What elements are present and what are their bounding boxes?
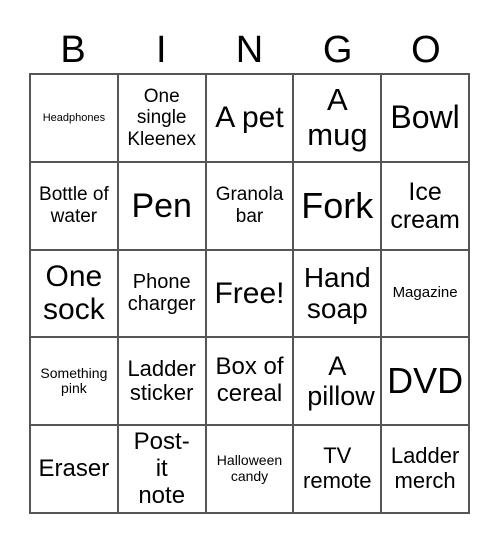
bingo-cell-text: A pet bbox=[215, 101, 284, 135]
bingo-cell[interactable]: Headphones bbox=[30, 74, 118, 162]
bingo-cell[interactable]: Granola bar bbox=[205, 161, 294, 250]
bingo-cell[interactable]: A pet bbox=[205, 74, 294, 162]
bingo-cell[interactable]: Ladder sticker bbox=[117, 337, 206, 426]
bingo-cell-text: Something pink bbox=[40, 364, 108, 397]
bingo-cell[interactable]: Magazine bbox=[381, 249, 469, 338]
bingo-cell-text: Granola bar bbox=[215, 184, 284, 227]
bingo-cell-text: Halloween candy bbox=[216, 452, 283, 485]
bingo-cell[interactable]: One sock bbox=[30, 249, 118, 338]
bingo-cell-text: Headphones bbox=[42, 111, 106, 124]
bingo-cell-text: Fork bbox=[301, 184, 374, 226]
bingo-cell-text: DVD bbox=[387, 360, 464, 402]
bingo-cell[interactable]: Phone charger bbox=[117, 249, 206, 338]
bingo-cell[interactable]: Free! bbox=[205, 249, 294, 338]
bingo-cell[interactable]: TV remote bbox=[293, 425, 382, 513]
bingo-cell[interactable]: One single Kleenex bbox=[117, 74, 206, 162]
bingo-cell[interactable]: Ice cream bbox=[381, 161, 469, 250]
bingo-cell-text: A mug bbox=[307, 82, 368, 152]
bingo-header: B I N G O bbox=[29, 28, 470, 72]
bingo-cell[interactable]: A mug bbox=[293, 74, 382, 162]
bingo-cell[interactable]: DVD bbox=[381, 337, 469, 426]
header-letter-n: N bbox=[235, 29, 264, 71]
bingo-cell[interactable]: Post-it note bbox=[117, 425, 206, 513]
bingo-cell-text: Ice cream bbox=[390, 177, 460, 234]
bingo-cell-text: Free! bbox=[214, 276, 285, 310]
bingo-cell[interactable]: Bowl bbox=[381, 74, 469, 162]
bingo-cell-text: Eraser bbox=[38, 454, 110, 482]
bingo-cell-text: Ladder merch bbox=[390, 443, 460, 494]
bingo-cell-text: Pen bbox=[131, 186, 192, 225]
header-letter-o: O bbox=[411, 29, 441, 71]
bingo-cell[interactable]: Pen bbox=[117, 161, 206, 250]
header-letter-b: B bbox=[60, 29, 86, 71]
bingo-cell[interactable]: Hand soap bbox=[293, 249, 382, 338]
bingo-cell[interactable]: Fork bbox=[293, 161, 382, 250]
bingo-cell-text: One sock bbox=[43, 259, 105, 327]
bingo-cell[interactable]: Box of cereal bbox=[205, 337, 294, 426]
bingo-cell[interactable]: Ladder merch bbox=[381, 425, 469, 513]
bingo-cell-text: Magazine bbox=[392, 284, 458, 302]
bingo-cell-text: Bottle of water bbox=[39, 184, 109, 227]
bingo-cell[interactable]: Eraser bbox=[30, 425, 118, 513]
bingo-cell-text: Box of cereal bbox=[215, 353, 284, 408]
header-letter-i: I bbox=[156, 29, 167, 71]
bingo-cell[interactable]: Halloween candy bbox=[205, 425, 294, 513]
bingo-cell-text: A pillow bbox=[307, 351, 375, 412]
bingo-grid: Headphones One single Kleenex A pet A mug Bo… bbox=[29, 73, 470, 514]
bingo-cell-text: TV remote bbox=[303, 443, 372, 494]
header-letter-g: G bbox=[322, 29, 353, 71]
bingo-cell-text: One single Kleenex bbox=[127, 86, 197, 150]
bingo-cell-text: Post-it note bbox=[133, 427, 190, 509]
bingo-cell[interactable]: Something pink bbox=[30, 337, 118, 426]
bingo-cell-text: Ladder sticker bbox=[127, 355, 196, 406]
bingo-cell-text: Phone charger bbox=[127, 271, 196, 316]
bingo-cell[interactable]: A pillow bbox=[293, 337, 382, 426]
bingo-cell-text: Hand soap bbox=[303, 262, 371, 325]
bingo-cell-text: Bowl bbox=[390, 98, 460, 135]
bingo-cell[interactable]: Bottle of water bbox=[30, 161, 118, 250]
